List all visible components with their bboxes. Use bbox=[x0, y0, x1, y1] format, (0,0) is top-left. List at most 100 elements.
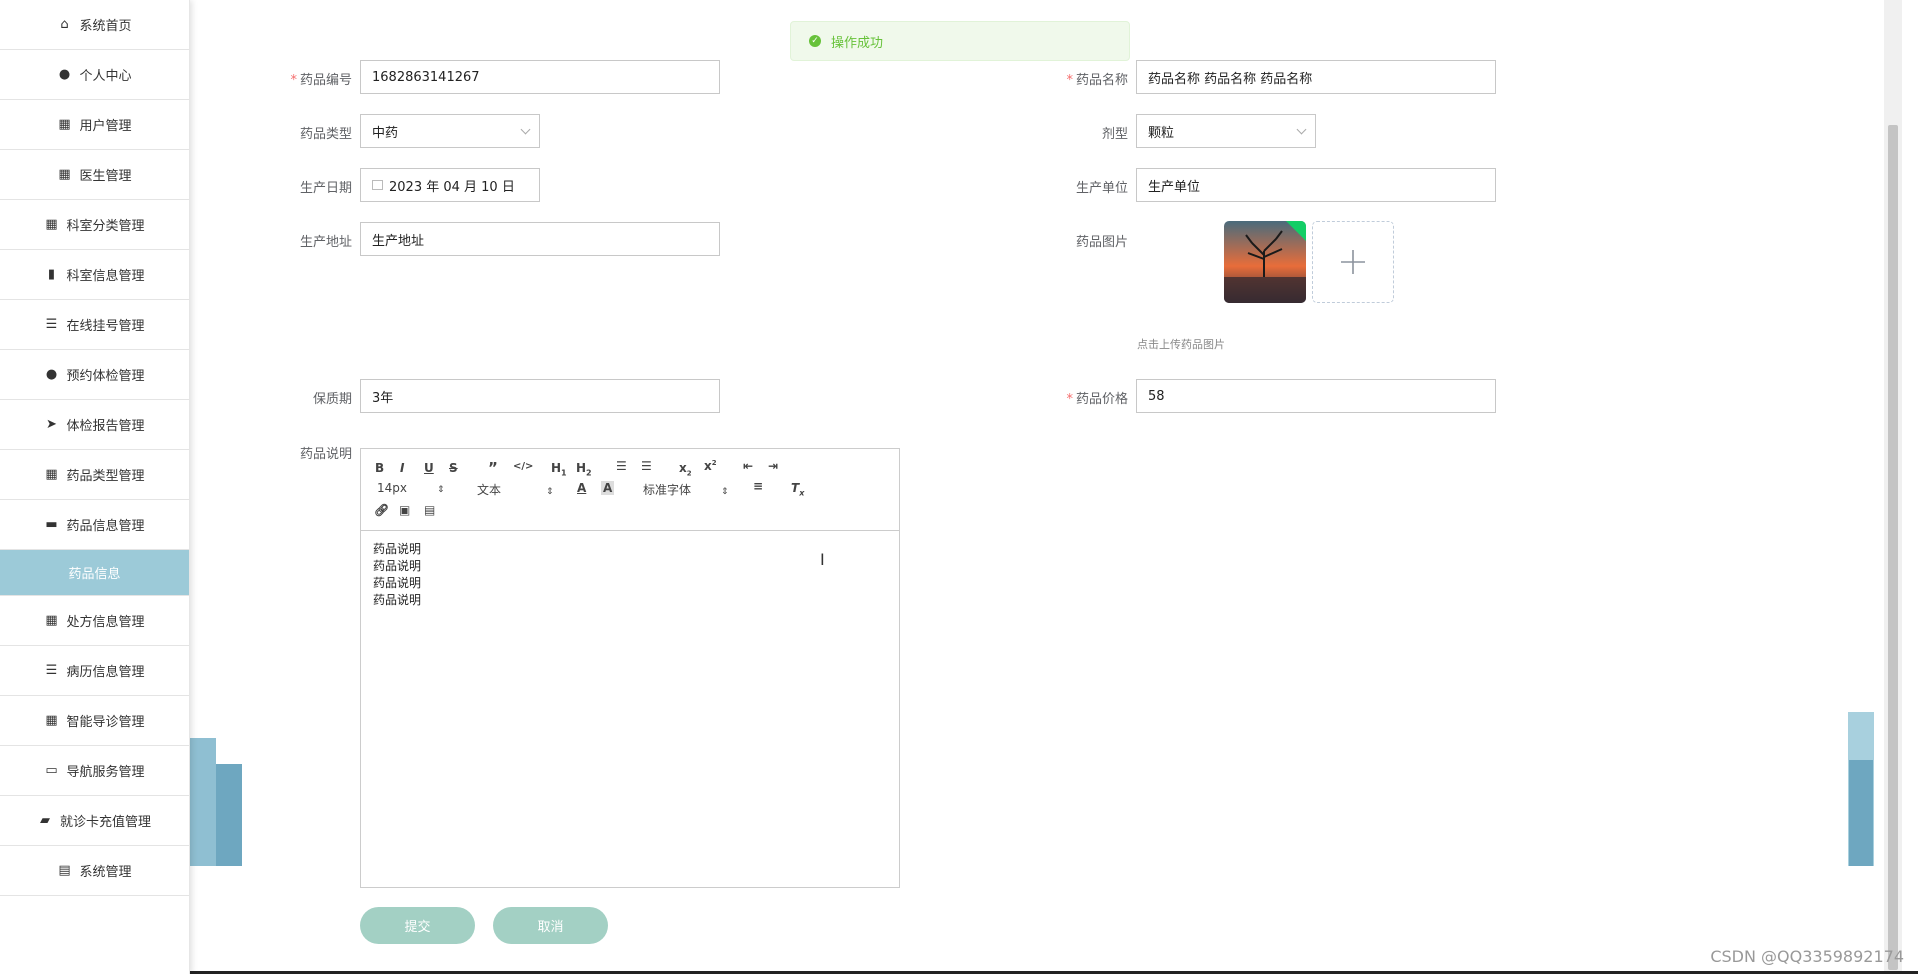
cancel-button[interactable]: 取消 bbox=[493, 907, 608, 944]
link-icon[interactable]: 🔗︎ bbox=[374, 503, 389, 517]
text-cursor-icon: I bbox=[820, 550, 825, 569]
sidebar-item-label: 用户管理 bbox=[79, 119, 132, 134]
clear-format-icon[interactable]: Tx bbox=[791, 481, 804, 497]
font-family-select[interactable]: 标准字体 ⇕ bbox=[643, 481, 729, 498]
superscript-icon[interactable]: x2 bbox=[704, 459, 717, 473]
form-select[interactable]: 颗粒 bbox=[1136, 114, 1316, 148]
code-label: * 药品编号 bbox=[290, 73, 352, 88]
home-icon: ⌂ bbox=[60, 17, 69, 32]
sidebar-item-label: 药品类型管理 bbox=[66, 469, 145, 484]
date-picker[interactable]: 2023 年 04 月 10 日 bbox=[360, 168, 540, 202]
font-color-icon[interactable]: A bbox=[577, 481, 586, 495]
sidebar-item-label: 系统管理 bbox=[79, 865, 132, 880]
code-block-icon[interactable]: </> bbox=[513, 461, 533, 472]
decoration-left-2 bbox=[216, 764, 242, 866]
heading1-icon[interactable]: H1 bbox=[551, 461, 567, 477]
sidebar-item[interactable]: ▮ 科室信息管理 bbox=[0, 250, 189, 300]
sidebar-item[interactable]: ● 个人中心 bbox=[0, 50, 189, 100]
shelf-label: 保质期 bbox=[312, 392, 352, 407]
sidebar-item[interactable]: ▦ 科室分类管理 bbox=[0, 200, 189, 250]
indent-icon[interactable]: ⇥ bbox=[768, 459, 778, 473]
sidebar-item-label: 处方信息管理 bbox=[66, 615, 145, 630]
subscript-icon[interactable]: x2 bbox=[679, 461, 692, 477]
price-input[interactable]: 58 bbox=[1136, 379, 1496, 413]
shelf-input[interactable]: 3年 bbox=[360, 379, 720, 413]
sidebar-item-label: 导航服务管理 bbox=[66, 765, 145, 780]
editor-line: 药品说明 bbox=[373, 542, 422, 556]
strike-icon[interactable]: S bbox=[449, 461, 458, 475]
grid-icon: ▦ bbox=[45, 713, 58, 728]
heading2-icon[interactable]: H2 bbox=[576, 461, 592, 477]
italic-icon[interactable]: I bbox=[400, 461, 404, 475]
decoration-right-2 bbox=[1849, 760, 1873, 866]
scrollbar-thumb[interactable] bbox=[1888, 125, 1898, 970]
user-icon: ● bbox=[45, 367, 58, 382]
plus-icon bbox=[1341, 250, 1365, 274]
sidebar-item[interactable]: 药品信息 bbox=[0, 550, 189, 596]
sidebar-item-label: 在线挂号管理 bbox=[66, 319, 145, 334]
ticket-icon: ▭ bbox=[45, 763, 58, 778]
sidebar-item-label: 体检报告管理 bbox=[66, 419, 145, 434]
sidebar-item-label: 系统首页 bbox=[79, 19, 132, 34]
scrollbar[interactable] bbox=[1884, 0, 1902, 974]
uploaded-image-thumbnail[interactable] bbox=[1224, 221, 1306, 303]
outdent-icon[interactable]: ⇤ bbox=[743, 459, 753, 473]
maker-input[interactable]: 生产单位 bbox=[1136, 168, 1496, 202]
type-label: 药品类型 bbox=[299, 127, 352, 142]
sidebar-item-label: 科室信息管理 bbox=[66, 269, 145, 284]
block-format-select[interactable]: 文本 ⇕ bbox=[477, 481, 554, 498]
align-icon[interactable]: ≡ bbox=[753, 479, 763, 493]
chevron-down-icon bbox=[1296, 124, 1307, 135]
sidebar-item[interactable]: ⌂ 系统首页 bbox=[0, 0, 189, 50]
list-icon: ☰ bbox=[45, 317, 58, 332]
sidebar: ⌂ 系统首页 ● 个人中心 ▦ 用户管理 ▦ 医生管理 ▦ 科室分类管理 ▮ 科室信息管理 ☰ 在线挂号管… bbox=[0, 0, 190, 974]
sidebar-item[interactable]: ▦ 用户管理 bbox=[0, 100, 189, 150]
ordered-list-icon[interactable]: ☰ bbox=[616, 459, 627, 473]
sidebar-item[interactable]: ▦ 医生管理 bbox=[0, 150, 189, 200]
type-select[interactable]: 中药 bbox=[360, 114, 540, 148]
success-toast: ✓ 操作成功 bbox=[790, 21, 1130, 61]
check-circle-icon: ✓ bbox=[809, 35, 821, 47]
sidebar-item-label: 病历信息管理 bbox=[66, 665, 145, 680]
submit-button[interactable]: 提交 bbox=[360, 907, 475, 944]
name-label: * 药品名称 bbox=[1066, 73, 1128, 88]
sidebar-item[interactable]: ▰ 就诊卡充值管理 bbox=[0, 796, 189, 846]
sidebar-item[interactable]: ▦ 处方信息管理 bbox=[0, 596, 189, 646]
font-size-select[interactable]: 14px ⇕ bbox=[377, 481, 445, 495]
rich-text-editor[interactable]: B I U S ” </> H1 H2 ☰ ☰ x2 x2 ⇤ ⇥ 14px ⇕ … bbox=[360, 448, 900, 888]
sidebar-item[interactable]: ▭ 导航服务管理 bbox=[0, 746, 189, 796]
decoration-left bbox=[190, 738, 216, 866]
image-icon[interactable]: ▣ bbox=[399, 503, 410, 517]
editor-content[interactable]: 药品说明 药品说明 药品说明 药品说明 bbox=[361, 531, 899, 619]
calendar-icon bbox=[372, 180, 383, 190]
grid-icon: ▦ bbox=[45, 613, 58, 628]
sidebar-item[interactable]: ☰ 病历信息管理 bbox=[0, 646, 189, 696]
sidebar-item[interactable]: ☰ 在线挂号管理 bbox=[0, 300, 189, 350]
upload-add-button[interactable] bbox=[1312, 221, 1394, 303]
underline-icon[interactable]: U bbox=[424, 461, 434, 475]
background-color-icon[interactable]: A bbox=[601, 481, 615, 495]
grid-icon: ▦ bbox=[58, 117, 71, 132]
sidebar-item[interactable]: ▦ 智能导诊管理 bbox=[0, 696, 189, 746]
bullet-list-icon[interactable]: ☰ bbox=[641, 459, 652, 473]
sidebar-item[interactable]: ● 预约体检管理 bbox=[0, 350, 189, 400]
sidebar-item-label: 智能导诊管理 bbox=[66, 715, 145, 730]
sidebar-item[interactable]: ➤ 体检报告管理 bbox=[0, 400, 189, 450]
addr-input[interactable]: 生产地址 bbox=[360, 222, 720, 256]
sidebar-item[interactable]: ▤ 系统管理 bbox=[0, 846, 189, 896]
monitor-icon: ▬ bbox=[45, 517, 58, 532]
code-input[interactable]: 1682863141267 bbox=[360, 60, 720, 94]
sidebar-item-label: 个人中心 bbox=[79, 69, 132, 84]
sidebar-item[interactable]: ▬ 药品信息管理 bbox=[0, 500, 189, 550]
form-label: 剂型 bbox=[1101, 127, 1128, 142]
grid-icon: ▦ bbox=[58, 167, 71, 182]
name-input[interactable]: 药品名称 药品名称 药品名称 bbox=[1136, 60, 1496, 94]
bold-icon[interactable]: B bbox=[375, 461, 384, 475]
maker-label: 生产单位 bbox=[1075, 181, 1128, 196]
editor-line: 药品说明 bbox=[373, 593, 422, 607]
blockquote-icon[interactable]: ” bbox=[488, 459, 498, 477]
desc-label: 药品说明 bbox=[299, 447, 352, 462]
date-label: 生产日期 bbox=[299, 181, 352, 196]
sidebar-item[interactable]: ▦ 药品类型管理 bbox=[0, 450, 189, 500]
video-icon[interactable]: ▤ bbox=[424, 503, 435, 517]
